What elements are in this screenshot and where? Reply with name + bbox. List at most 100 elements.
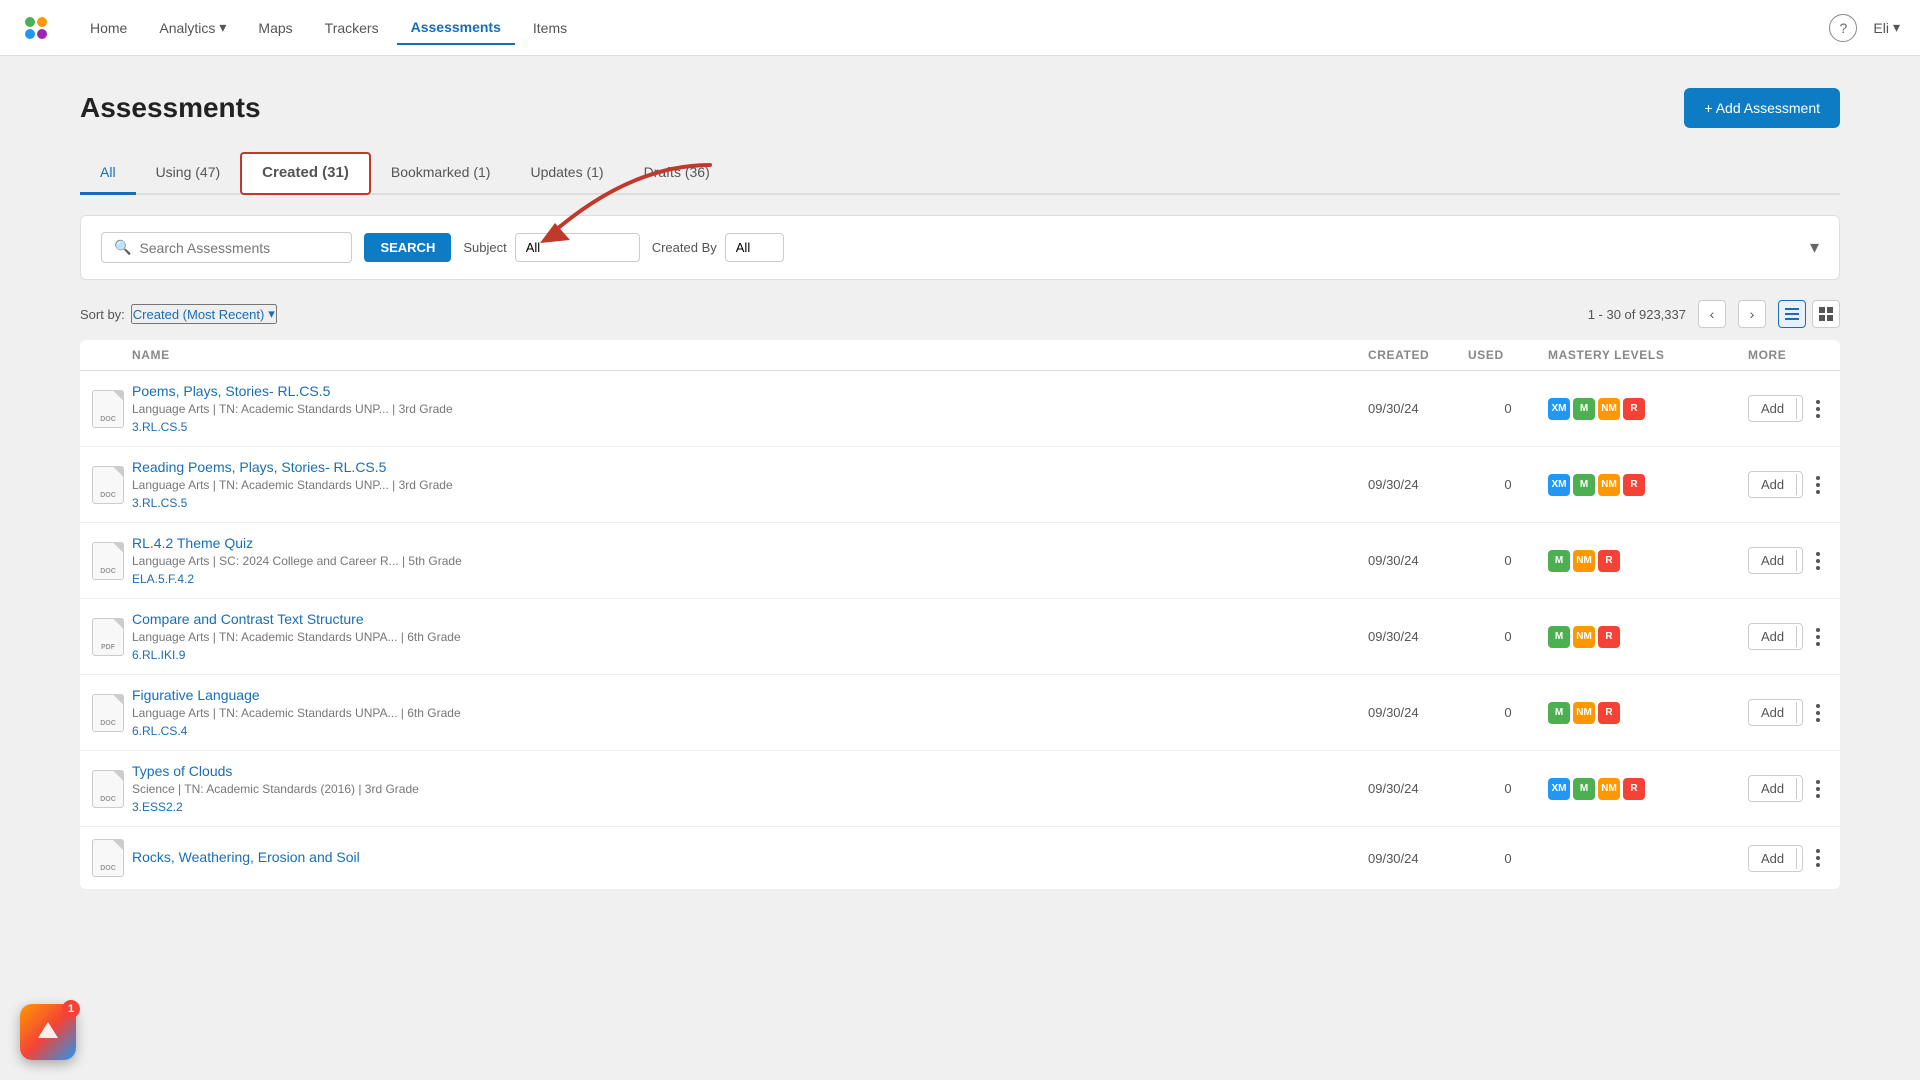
mastery-badges: MNMR	[1548, 550, 1748, 572]
nav-assessments[interactable]: Assessments	[397, 11, 515, 45]
add-button[interactable]: Add	[1749, 846, 1796, 871]
row-standard[interactable]: 3.RL.CS.5	[132, 496, 187, 510]
tab-updates[interactable]: Updates (1)	[510, 152, 623, 195]
navigation: Home Analytics ▾ Maps Trackers Assessmen…	[0, 0, 1920, 56]
mastery-badges: XMMNMR	[1548, 778, 1748, 800]
nav-trackers[interactable]: Trackers	[311, 12, 393, 44]
badge-nm: NM	[1573, 626, 1595, 648]
add-dropdown-button[interactable]: ▾	[1796, 848, 1802, 869]
row-name-col: Rocks, Weathering, Erosion and Soil	[132, 849, 1368, 868]
more-options-button[interactable]	[1809, 625, 1828, 649]
more-options-button[interactable]	[1809, 549, 1828, 573]
assessment-title[interactable]: Types of Clouds	[132, 763, 1368, 779]
table-header: NAME CREATED USED MASTERY LEVELS MORE	[80, 340, 1840, 371]
add-button[interactable]: Add	[1749, 472, 1796, 497]
col-used: USED	[1468, 348, 1548, 362]
help-button[interactable]: ?	[1829, 14, 1857, 42]
add-button[interactable]: Add	[1749, 396, 1796, 421]
search-input[interactable]	[139, 240, 339, 256]
row-standard[interactable]: ELA.5.F.4.2	[132, 572, 194, 586]
col-more: MORE	[1748, 348, 1828, 362]
assessment-title[interactable]: RL.4.2 Theme Quiz	[132, 535, 1368, 551]
main-content: Assessments + Add Assessment All Using (…	[0, 56, 1920, 1080]
created-by-select[interactable]: All Me	[725, 233, 784, 262]
row-standard[interactable]: 3.ESS2.2	[132, 800, 183, 814]
add-dropdown-button[interactable]: ▾	[1796, 778, 1802, 799]
tab-created[interactable]: Created (31)	[240, 152, 371, 195]
add-button[interactable]: Add	[1749, 700, 1796, 725]
add-dropdown-button[interactable]: ▾	[1796, 626, 1802, 647]
badge-r: R	[1623, 474, 1645, 496]
row-actions: Add ▾	[1748, 395, 1828, 422]
add-button[interactable]: Add	[1749, 776, 1796, 801]
row-name-col: Poems, Plays, Stories- RL.CS.5 Language …	[132, 383, 1368, 434]
badge-nm: NM	[1598, 474, 1620, 496]
tab-using[interactable]: Using (47)	[136, 152, 241, 195]
subject-select[interactable]: All Language Arts Science Math	[515, 233, 640, 262]
badge-r: R	[1598, 550, 1620, 572]
nav-home[interactable]: Home	[76, 12, 141, 44]
more-options-button[interactable]	[1809, 473, 1828, 497]
more-options-button[interactable]	[1809, 397, 1828, 421]
badge-m: M	[1573, 474, 1595, 496]
doc-icon: DOC	[92, 770, 132, 808]
logo[interactable]	[20, 12, 52, 44]
add-button[interactable]: Add	[1749, 548, 1796, 573]
row-standard[interactable]: 6.RL.CS.4	[132, 724, 187, 738]
nav-analytics[interactable]: Analytics ▾	[145, 11, 240, 44]
doc-icon: DOC	[92, 466, 132, 504]
user-menu[interactable]: Eli ▾	[1873, 19, 1900, 36]
page-header: Assessments + Add Assessment	[80, 88, 1840, 128]
add-dropdown-button[interactable]: ▾	[1796, 474, 1802, 495]
assessment-title[interactable]: Reading Poems, Plays, Stories- RL.CS.5	[132, 459, 1368, 475]
more-options-button[interactable]	[1809, 701, 1828, 725]
search-button[interactable]: SEARCH	[364, 233, 451, 262]
sort-control: Sort by: Created (Most Recent) ▾	[80, 304, 277, 324]
prev-page-button[interactable]: ‹	[1698, 300, 1726, 328]
sort-button[interactable]: Created (Most Recent) ▾	[131, 304, 277, 324]
next-page-button[interactable]: ›	[1738, 300, 1766, 328]
row-actions: Add ▾	[1748, 699, 1828, 726]
badge-nm: NM	[1598, 398, 1620, 420]
row-used: 0	[1468, 781, 1548, 796]
tab-drafts[interactable]: Drafts (36)	[624, 152, 730, 195]
add-dropdown-button[interactable]: ▾	[1796, 550, 1802, 571]
search-input-wrap[interactable]: 🔍	[101, 232, 352, 263]
assessment-title[interactable]: Compare and Contrast Text Structure	[132, 611, 1368, 627]
sort-label: Sort by:	[80, 307, 125, 322]
add-dropdown-button[interactable]: ▾	[1796, 702, 1802, 723]
expand-filters-button[interactable]: ▾	[1810, 237, 1819, 258]
created-by-filter: Created By All Me	[652, 233, 784, 262]
table-row: DOC Types of Clouds Science | TN: Academ…	[80, 751, 1840, 827]
widget-button[interactable]: 1	[20, 1004, 76, 1060]
row-meta: Language Arts | TN: Academic Standards U…	[132, 630, 1368, 644]
table-row: DOC Poems, Plays, Stories- RL.CS.5 Langu…	[80, 371, 1840, 447]
assessment-title[interactable]: Poems, Plays, Stories- RL.CS.5	[132, 383, 1368, 399]
add-split-button: Add ▾	[1748, 471, 1803, 498]
add-assessment-button[interactable]: + Add Assessment	[1684, 88, 1840, 128]
add-split-button: Add ▾	[1748, 623, 1803, 650]
badge-m: M	[1548, 626, 1570, 648]
more-options-button[interactable]	[1809, 777, 1828, 801]
more-options-button[interactable]	[1809, 846, 1828, 870]
row-name-col: Reading Poems, Plays, Stories- RL.CS.5 L…	[132, 459, 1368, 510]
col-name: NAME	[132, 348, 1368, 362]
assessment-title[interactable]: Rocks, Weathering, Erosion and Soil	[132, 849, 1368, 865]
row-actions: Add ▾	[1748, 547, 1828, 574]
tab-all[interactable]: All	[80, 152, 136, 195]
add-dropdown-button[interactable]: ▾	[1796, 398, 1802, 419]
row-standard[interactable]: 3.RL.CS.5	[132, 420, 187, 434]
grid-view-button[interactable]	[1812, 300, 1840, 328]
nav-items[interactable]: Items	[519, 12, 581, 44]
table-row: PDF Compare and Contrast Text Structure …	[80, 599, 1840, 675]
list-view-button[interactable]	[1778, 300, 1806, 328]
nav-maps[interactable]: Maps	[244, 12, 306, 44]
search-bar: 🔍 SEARCH Subject All Language Arts Scien…	[80, 215, 1840, 280]
badge-r: R	[1623, 778, 1645, 800]
row-standard[interactable]: 6.RL.IKI.9	[132, 648, 185, 662]
tab-bookmarked[interactable]: Bookmarked (1)	[371, 152, 511, 195]
assessment-title[interactable]: Figurative Language	[132, 687, 1368, 703]
add-button[interactable]: Add	[1749, 624, 1796, 649]
add-split-button: Add ▾	[1748, 845, 1803, 872]
badge-m: M	[1548, 550, 1570, 572]
